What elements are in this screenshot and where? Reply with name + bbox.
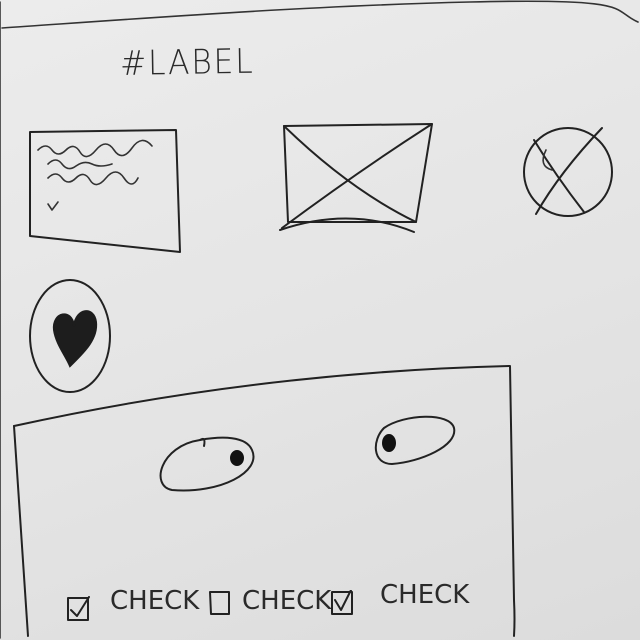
checkbox-label: CHECK: [242, 586, 332, 616]
checkbox-checked-icon[interactable]: [66, 596, 90, 622]
checkbox-checked-icon[interactable]: [330, 590, 354, 616]
heart-icon[interactable]: [29, 279, 111, 393]
checkbox-unchecked-icon[interactable]: [208, 590, 232, 616]
image-placeholder-icon[interactable]: [279, 123, 433, 233]
checkbox-label: CHECK: [380, 580, 470, 610]
sketch-canvas: #LABEL CHECK CHECK CHECK: [0, 0, 640, 640]
text-paragraph-icon: [29, 129, 181, 253]
wireframe-drawing: [0, 0, 639, 639]
close-circle-icon[interactable]: [523, 127, 613, 217]
eye-icon: [374, 415, 456, 465]
checkbox-label: CHECK: [110, 586, 200, 616]
paper-edge: [1, 0, 639, 29]
page-title: #LABEL: [119, 41, 255, 84]
eye-icon: [159, 436, 255, 492]
